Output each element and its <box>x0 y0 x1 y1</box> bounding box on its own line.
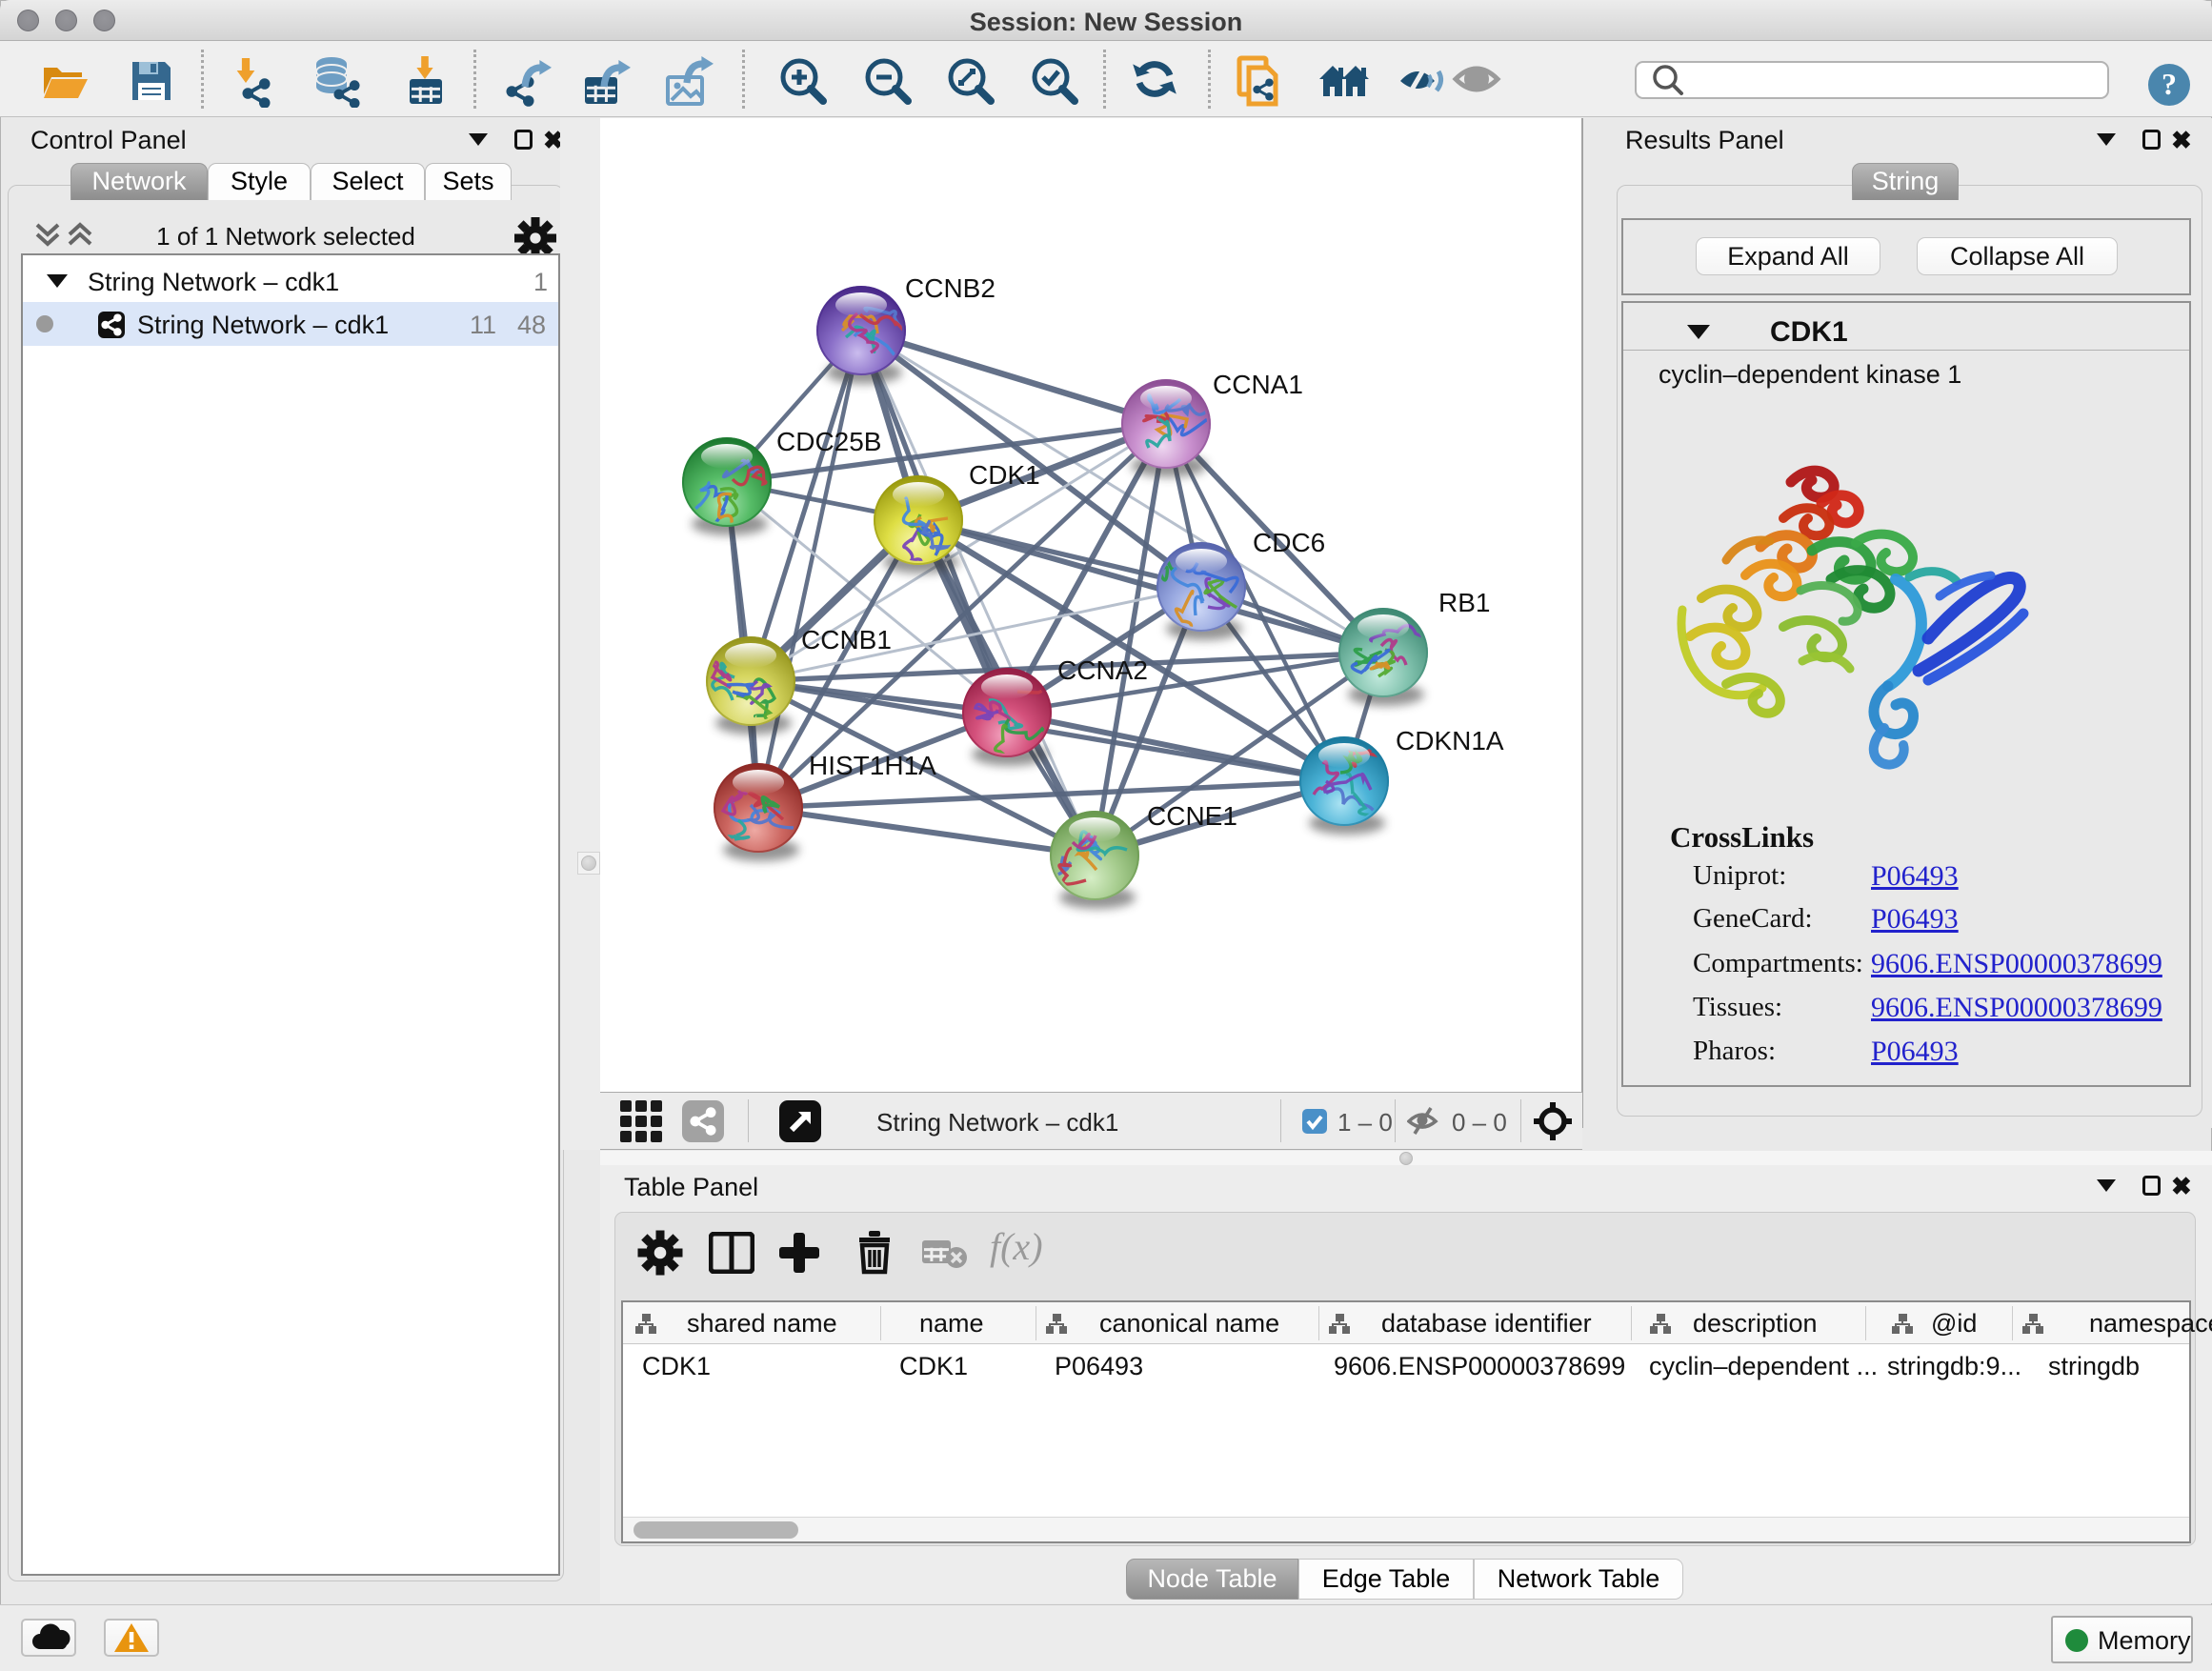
svg-text:CCNA2: CCNA2 <box>1057 655 1148 685</box>
svg-text:CCNA1: CCNA1 <box>1213 370 1303 399</box>
svg-text:CDC25B: CDC25B <box>776 427 881 456</box>
svg-text:CCNE1: CCNE1 <box>1147 801 1237 831</box>
svg-text:CCNB1: CCNB1 <box>801 625 892 654</box>
svg-text:CDK1: CDK1 <box>969 460 1040 490</box>
svg-text:CCNB2: CCNB2 <box>905 273 995 303</box>
svg-text:CDKN1A: CDKN1A <box>1396 726 1504 755</box>
svg-text:CDC6: CDC6 <box>1253 528 1325 557</box>
svg-text:?: ? <box>2162 67 2177 101</box>
svg-text:RB1: RB1 <box>1438 588 1490 617</box>
svg-text:HIST1H1A: HIST1H1A <box>809 751 936 780</box>
